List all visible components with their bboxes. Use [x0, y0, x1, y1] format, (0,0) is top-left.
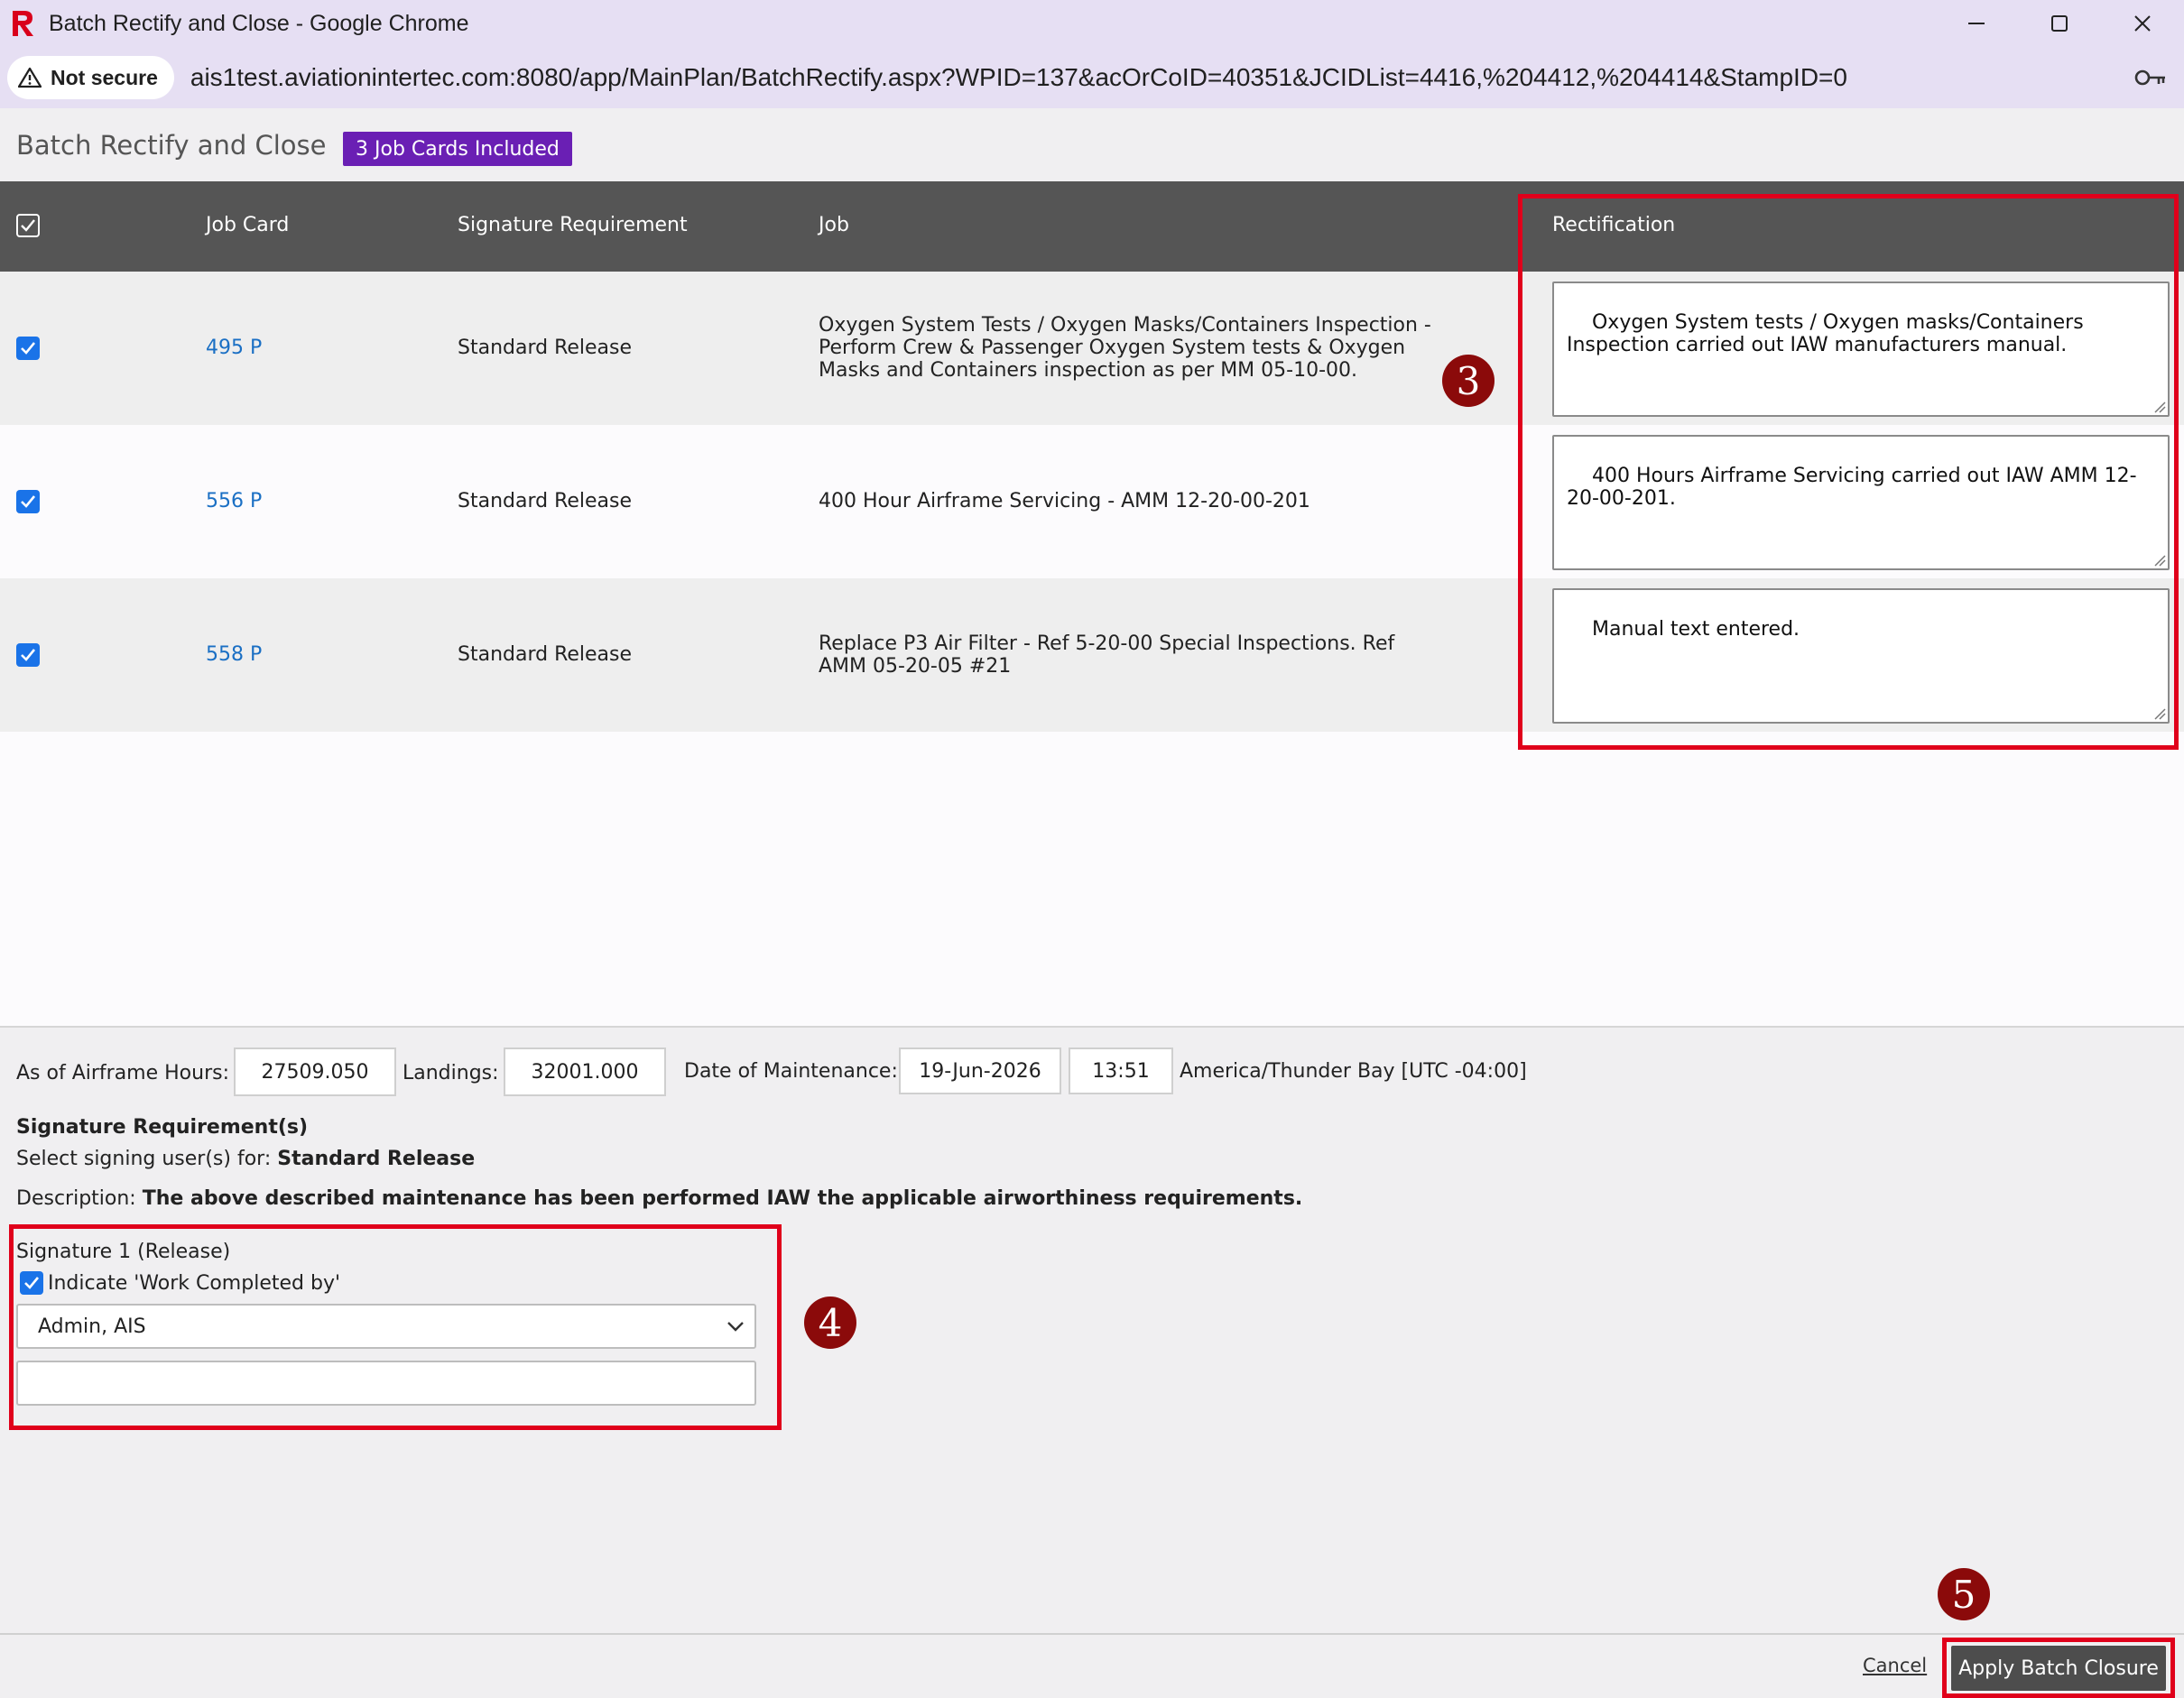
footer-bar [0, 1633, 2184, 1698]
page-title: Batch Rectify and Close [16, 130, 327, 161]
step-marker-4: 4 [804, 1297, 856, 1349]
site-security-chip[interactable]: Not secure [7, 56, 174, 99]
description-value: The above described maintenance has been… [142, 1187, 1303, 1210]
select-users-value: Standard Release [277, 1148, 476, 1170]
column-header-signature-requirement: Signature Requirement [458, 214, 688, 236]
signature-requirement-cell: Standard Release [458, 643, 633, 666]
timezone-label: America/Thunder Bay [UTC -04:00] [1180, 1060, 1527, 1083]
minimize-button[interactable] [1935, 0, 2018, 47]
column-header-job-card: Job Card [206, 214, 290, 236]
select-all-checkbox[interactable] [16, 214, 40, 237]
signature-requirement-cell: Standard Release [458, 337, 633, 359]
job-card-link[interactable]: 556 P [206, 490, 262, 512]
signature-requirement-cell: Standard Release [458, 490, 633, 512]
check-icon [21, 649, 36, 661]
url-text[interactable]: ais1test.aviationintertec.com:8080/app/M… [190, 63, 1847, 92]
address-bar: Not secure ais1test.aviationintertec.com… [0, 47, 2184, 108]
highlight-apply-button [1942, 1638, 2175, 1698]
job-card-link[interactable]: 495 P [206, 337, 262, 359]
description-label: Description: [16, 1187, 136, 1210]
row-checkbox[interactable] [16, 337, 40, 360]
minimize-icon [1968, 23, 1985, 24]
select-signing-users-line: Select signing user(s) for: Standard Rel… [16, 1148, 475, 1170]
window-titlebar: Batch Rectify and Close - Google Chrome [0, 0, 2184, 47]
job-description-cell: Oxygen System Tests / Oxygen Masks/Conta… [819, 314, 1431, 382]
airframe-hours-input[interactable]: 27509.050 [234, 1047, 396, 1096]
job-cards-count-badge: 3 Job Cards Included [343, 132, 572, 166]
column-header-job: Job [819, 214, 849, 236]
window-controls [1935, 0, 2184, 47]
window-title: Batch Rectify and Close - Google Chrome [49, 10, 469, 36]
landings-label: Landings: [403, 1062, 499, 1084]
maintenance-time-input[interactable]: 13:51 [1069, 1047, 1173, 1094]
close-window-button[interactable] [2101, 0, 2184, 47]
step-marker-3: 3 [1442, 355, 1495, 407]
row-checkbox[interactable] [16, 490, 40, 513]
job-description-cell: 400 Hour Airframe Servicing - AMM 12-20-… [819, 490, 1310, 512]
cancel-link[interactable]: Cancel [1863, 1655, 1927, 1676]
key-icon[interactable] [2133, 61, 2168, 97]
job-card-link[interactable]: 558 P [206, 643, 262, 666]
description-line: Description: The above described mainten… [16, 1187, 1302, 1210]
close-icon [2134, 15, 2151, 32]
maintenance-date-input[interactable]: 19-Jun-2026 [899, 1047, 1061, 1094]
signature-requirements-heading: Signature Requirement(s) [16, 1116, 309, 1139]
landings-input[interactable]: 32001.000 [504, 1047, 666, 1096]
highlight-rectification [1518, 194, 2179, 750]
app-logo-icon [7, 6, 38, 41]
date-of-maintenance-label: Date of Maintenance: [684, 1060, 898, 1083]
select-users-label: Select signing user(s) for: [16, 1148, 272, 1170]
warning-icon [18, 67, 42, 88]
check-icon [21, 219, 35, 232]
security-label: Not secure [51, 65, 158, 89]
maximize-icon [2051, 15, 2068, 32]
maximize-button[interactable] [2018, 0, 2101, 47]
check-icon [21, 342, 36, 355]
highlight-signature [9, 1224, 782, 1430]
table-empty-area [0, 732, 2184, 1028]
job-description-cell: Replace P3 Air Filter - Ref 5-20-00 Spec… [819, 632, 1395, 678]
airframe-hours-label: As of Airframe Hours: [16, 1062, 230, 1084]
step-marker-5: 5 [1938, 1568, 1990, 1620]
row-checkbox[interactable] [16, 643, 40, 667]
check-icon [21, 495, 36, 508]
